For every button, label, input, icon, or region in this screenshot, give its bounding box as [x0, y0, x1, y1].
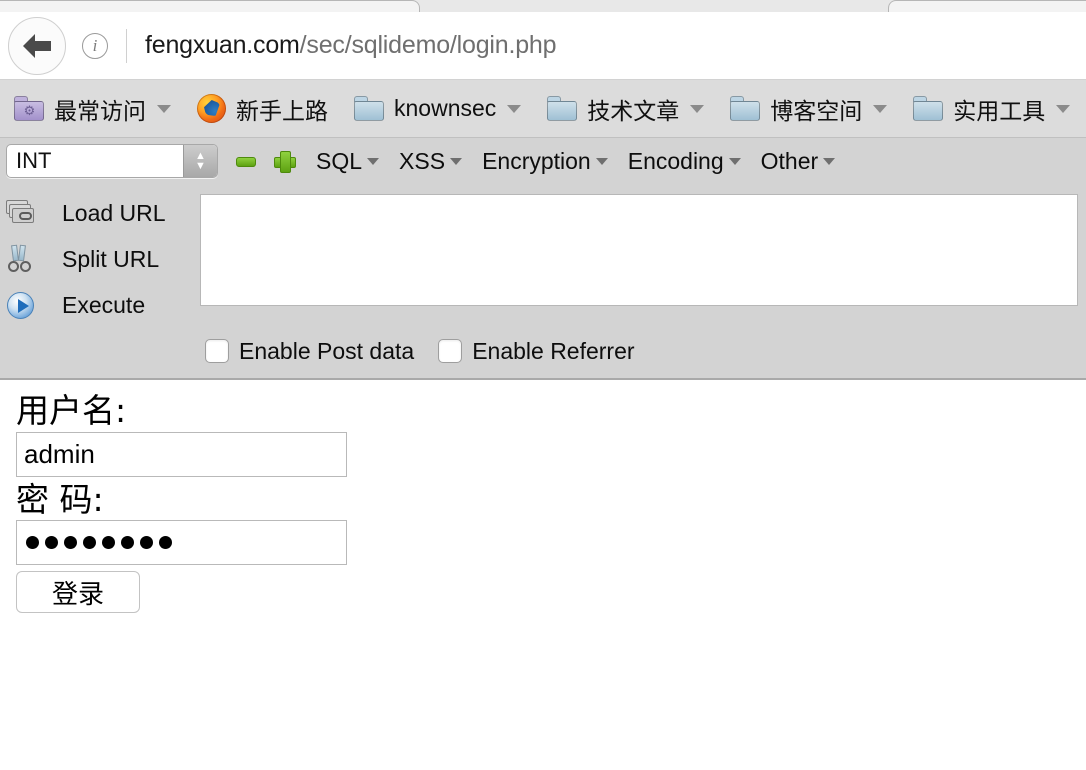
url-host: fengxuan.com — [145, 31, 300, 59]
chevron-down-icon — [823, 157, 836, 165]
load-url-label: Load URL — [62, 199, 166, 226]
menu-label: Other — [760, 147, 819, 174]
password-dot — [159, 536, 172, 550]
enable-referrer-checkbox[interactable]: Enable Referrer — [438, 337, 635, 365]
plus-button-icon[interactable] — [274, 151, 296, 173]
firefox-icon — [197, 94, 226, 123]
menu-xss[interactable]: XSS — [399, 147, 463, 175]
back-arrow-icon — [23, 33, 51, 58]
username-value: admin — [24, 438, 95, 469]
folder-icon — [730, 96, 761, 121]
checkbox-label: Enable Post data — [239, 337, 415, 364]
stepper-icon[interactable]: ▲ ▼ — [183, 145, 217, 177]
bookmark-label: 博客空间 — [770, 97, 863, 124]
hackbar-action-list: Load URL Split URL Execute — [4, 184, 200, 328]
folder-icon — [354, 96, 384, 121]
password-dot — [121, 536, 134, 550]
password-dot — [26, 536, 39, 550]
menu-label: SQL — [316, 147, 363, 174]
menu-encoding[interactable]: Encoding — [628, 148, 741, 175]
bookmark-useful-tools[interactable]: 实用工具 — [913, 92, 1071, 126]
chevron-down-icon — [450, 157, 463, 165]
execute-icon — [4, 289, 38, 321]
menu-label: XSS — [399, 147, 446, 174]
tab-edge-right[interactable] — [888, 0, 1086, 12]
folder-icon — [547, 96, 578, 121]
navigation-toolbar: i fengxuan.com/sec/sqlidemo/login.php — [0, 12, 1086, 80]
info-icon[interactable]: i — [82, 32, 108, 59]
split-url-button[interactable]: Split URL — [4, 236, 200, 282]
menu-other[interactable]: Other — [761, 148, 836, 175]
menu-sql[interactable]: SQL — [316, 147, 380, 175]
url-divider — [126, 28, 127, 63]
bookmark-label: 新手上路 — [236, 97, 328, 124]
password-dot — [45, 536, 58, 550]
back-button[interactable] — [8, 16, 66, 75]
checkbox-box[interactable] — [205, 339, 229, 363]
username-label: 用户名: — [16, 391, 127, 430]
int-select-value: INT — [16, 148, 52, 173]
bookmark-knownsec[interactable]: knownsec — [354, 95, 522, 122]
password-label: 密 码: — [16, 479, 104, 519]
tab-edge-left[interactable] — [0, 0, 420, 12]
hackbar-toolbar-row: INT ▲ ▼ SQL XSS Encryption Encoding Othe… — [0, 138, 1086, 184]
hackbar-main-row: Load URL Split URL Execute — [0, 184, 1086, 328]
load-url-button[interactable]: Load URL — [4, 190, 200, 236]
bookmark-label: 最常访问 — [54, 97, 146, 124]
bookmark-blog-space[interactable]: 博客空间 — [730, 92, 888, 126]
bookmark-label: 实用工具 — [953, 97, 1046, 124]
bookmark-getting-started[interactable]: 新手上路 — [197, 92, 328, 126]
chevron-down-icon[interactable] — [690, 104, 705, 113]
bookmarks-bar: ⚙ 最常访问 新手上路 knownsec 技术文章 博客空间 实用工具 — [0, 80, 1086, 138]
chevron-down-icon[interactable] — [1056, 104, 1071, 113]
chevron-down-icon — [728, 157, 741, 165]
folder-gear-icon: ⚙ — [14, 96, 44, 121]
chevron-down-icon — [595, 157, 608, 165]
bookmark-label: knownsec — [394, 95, 497, 121]
checkbox-box[interactable] — [438, 339, 463, 363]
chevron-down-icon[interactable] — [873, 104, 888, 113]
folder-icon — [913, 96, 944, 121]
menu-encryption[interactable]: Encryption — [482, 148, 608, 175]
chevron-down-icon — [367, 157, 380, 165]
execute-button[interactable]: Execute — [4, 282, 200, 328]
page-content: 用户名: admin 密 码: 登录 — [0, 380, 1086, 614]
menu-label: Encryption — [482, 147, 591, 174]
username-input[interactable]: admin — [16, 431, 347, 477]
bookmark-label: 技术文章 — [587, 97, 680, 124]
password-input[interactable] — [16, 520, 347, 566]
split-url-label: Split URL — [62, 245, 160, 272]
url-textarea[interactable] — [200, 194, 1078, 306]
password-dot — [102, 536, 115, 550]
tab-strip — [0, 0, 1086, 12]
url-path: /sec/sqlidemo/login.php — [299, 31, 557, 59]
split-url-icon — [4, 243, 38, 275]
hackbar-panel: INT ▲ ▼ SQL XSS Encryption Encoding Othe… — [0, 138, 1086, 380]
load-url-icon — [4, 197, 38, 229]
bookmark-most-visited[interactable]: ⚙ 最常访问 — [14, 92, 171, 126]
minus-button-icon[interactable] — [236, 156, 256, 167]
menu-label: Encoding — [627, 147, 724, 174]
enable-post-data-checkbox[interactable]: Enable Post data — [205, 338, 414, 365]
hackbar-menu: SQL XSS Encryption Encoding Other — [316, 148, 855, 175]
password-dot — [140, 536, 153, 550]
browser-window: i fengxuan.com/sec/sqlidemo/login.php ⚙ … — [0, 0, 1086, 614]
url-bar[interactable]: fengxuan.com/sec/sqlidemo/login.php — [145, 31, 557, 60]
checkbox-label: Enable Referrer — [472, 337, 635, 364]
password-mask — [24, 536, 178, 550]
password-dot — [64, 536, 77, 550]
password-dot — [83, 536, 96, 550]
hackbar-options-row: Enable Post data Enable Referrer — [0, 328, 1086, 374]
chevron-down-icon[interactable] — [157, 104, 171, 113]
execute-label: Execute — [62, 291, 146, 318]
login-button[interactable]: 登录 — [16, 571, 140, 614]
int-select[interactable]: INT ▲ ▼ — [6, 144, 218, 178]
bookmark-tech-articles[interactable]: 技术文章 — [547, 92, 705, 126]
chevron-down-icon[interactable] — [507, 104, 522, 113]
